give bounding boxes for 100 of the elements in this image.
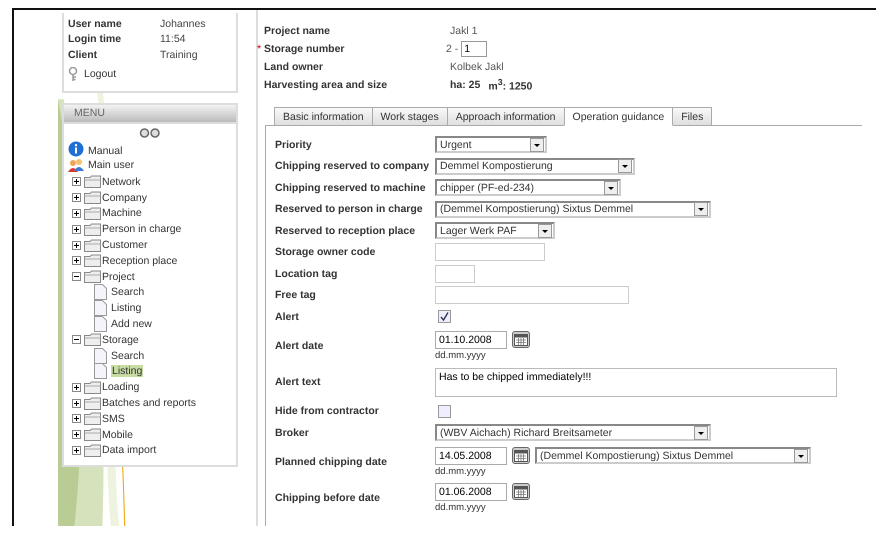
field-value: m$^{3}$: 1250 bbox=[488, 77, 532, 93]
document-icon bbox=[94, 348, 107, 364]
field-label: Alert date bbox=[275, 340, 324, 352]
text-area[interactable]: Has to be chipped immediately!!! bbox=[435, 368, 837, 396]
document-icon bbox=[94, 284, 107, 300]
tree-item[interactable]: Person in charge bbox=[102, 223, 182, 236]
expand-toggle-icon[interactable] bbox=[72, 382, 81, 392]
field-label: Storage owner code bbox=[275, 246, 376, 258]
tree-item[interactable]: Batches and reports bbox=[102, 397, 196, 410]
tab[interactable]: Operation guidance bbox=[564, 107, 674, 126]
tree-item[interactable]: Search bbox=[111, 350, 144, 362]
info-value: 11:54 bbox=[160, 33, 186, 46]
tree-item[interactable]: Project bbox=[102, 270, 135, 283]
date-field[interactable]: 01.06.2008 bbox=[435, 482, 507, 500]
menu-title: MENU bbox=[64, 105, 236, 124]
expand-toggle-icon[interactable] bbox=[72, 430, 81, 440]
collapse-toggle-icon[interactable] bbox=[72, 335, 81, 344]
menu-link[interactable]: Main user bbox=[68, 157, 232, 173]
date-field[interactable]: 01.10.2008 bbox=[435, 330, 507, 348]
folder-icon bbox=[84, 396, 101, 410]
calendar-button[interactable] bbox=[512, 447, 530, 464]
expand-toggle-icon[interactable] bbox=[72, 240, 81, 250]
folder-icon bbox=[84, 380, 101, 394]
dropdown[interactable]: Demmel Kompostierung bbox=[435, 158, 635, 175]
tree-item[interactable]: Customer bbox=[102, 239, 148, 252]
calendar-button[interactable] bbox=[512, 483, 530, 500]
dropdown[interactable]: Lager Werk PAF bbox=[435, 222, 555, 240]
input-field[interactable] bbox=[435, 243, 545, 262]
tree-item[interactable]: Loading bbox=[102, 381, 140, 394]
dropdown[interactable]: (Demmel Kompostierung) Sixtus Demmel bbox=[435, 200, 711, 218]
field-label: Hide from contractor bbox=[275, 405, 380, 418]
document-icon bbox=[94, 316, 107, 332]
tree-item[interactable]: Listing bbox=[111, 365, 144, 378]
expand-toggle-icon[interactable] bbox=[72, 398, 81, 408]
expand-toggle-icon[interactable] bbox=[72, 414, 81, 424]
field-label: Chipping reserved to machine bbox=[275, 182, 427, 194]
info-icon bbox=[68, 141, 84, 157]
tree-item[interactable]: Mobile bbox=[102, 428, 133, 441]
tree-item[interactable]: Network bbox=[102, 176, 141, 188]
tree-item[interactable]: Storage bbox=[102, 334, 139, 346]
collapse-icon[interactable] bbox=[139, 128, 161, 138]
field-label: Free tag bbox=[275, 289, 317, 302]
folder-icon bbox=[84, 444, 101, 457]
field-value: Jakl 1 bbox=[450, 25, 478, 37]
field-label: Storage number bbox=[264, 43, 346, 55]
dropdown[interactable]: (WBV Aichach) Richard Breitsameter bbox=[435, 424, 711, 442]
folder-icon bbox=[84, 191, 101, 204]
expand-toggle-icon[interactable] bbox=[72, 193, 81, 202]
tab[interactable]: Files bbox=[672, 107, 712, 126]
checkbox[interactable] bbox=[438, 310, 451, 324]
info-label: Client bbox=[68, 48, 98, 61]
expand-toggle-icon[interactable] bbox=[72, 208, 81, 218]
field-label: Alert text bbox=[275, 376, 322, 388]
field-label: Reserved to reception place bbox=[275, 224, 416, 237]
input-field[interactable] bbox=[435, 286, 629, 304]
tree-item[interactable]: Add new bbox=[111, 318, 152, 330]
field-label: Project name bbox=[264, 25, 331, 37]
folder-icon bbox=[84, 412, 101, 426]
info-value: Training bbox=[160, 48, 198, 61]
expand-toggle-icon[interactable] bbox=[72, 177, 81, 186]
required-mark: * bbox=[257, 43, 261, 55]
field-label: Chipping before date bbox=[275, 492, 381, 504]
tab[interactable]: Basic information bbox=[274, 107, 373, 126]
expand-toggle-icon[interactable] bbox=[72, 256, 81, 266]
folder-icon bbox=[84, 428, 101, 442]
folder-icon bbox=[84, 206, 101, 220]
input-field[interactable] bbox=[435, 264, 475, 283]
collapse-toggle-icon[interactable] bbox=[72, 272, 81, 282]
field-label: Broker bbox=[275, 426, 310, 439]
calendar-button[interactable] bbox=[512, 331, 530, 348]
dropdown[interactable]: Urgent bbox=[435, 136, 547, 154]
logout-link[interactable]: Logout bbox=[68, 66, 116, 82]
tree-item[interactable]: Search bbox=[111, 286, 144, 298]
field-label: Alert bbox=[275, 310, 300, 323]
dropdown[interactable]: (Demmel Kompostierung) Sixtus Demmel bbox=[535, 447, 811, 464]
tree-item[interactable]: Reception place bbox=[102, 254, 178, 267]
tree-item[interactable]: Listing bbox=[111, 302, 142, 314]
date-format-hint: dd.mm.yyyy bbox=[435, 502, 487, 512]
field-label: Chipping reserved to company bbox=[275, 160, 430, 172]
tab[interactable]: Approach information bbox=[446, 107, 565, 126]
info-label: Login time bbox=[68, 33, 122, 46]
folder-icon bbox=[84, 238, 101, 252]
tree-item[interactable]: Company bbox=[102, 192, 147, 204]
document-icon bbox=[94, 363, 107, 380]
date-format-hint: dd.mm.yyyy bbox=[435, 350, 487, 360]
tree-item[interactable]: Machine bbox=[102, 207, 142, 220]
field-value: Kolbek Jakl bbox=[450, 61, 504, 73]
users-icon bbox=[68, 158, 84, 172]
expand-toggle-icon[interactable] bbox=[72, 446, 81, 455]
field-label: Harvesting area and size bbox=[264, 79, 388, 91]
checkbox[interactable] bbox=[438, 404, 451, 418]
tree-item[interactable]: Data import bbox=[102, 444, 156, 456]
tab[interactable]: Work stages bbox=[372, 107, 448, 126]
date-field[interactable]: 14.05.2008 bbox=[435, 446, 507, 464]
expand-toggle-icon[interactable] bbox=[72, 224, 81, 234]
field-value: ha: 25 bbox=[450, 79, 480, 91]
input-field[interactable]: 1 bbox=[461, 41, 488, 57]
menu-link[interactable]: Manual bbox=[68, 141, 232, 157]
dropdown[interactable]: chipper (PF-ed-234) bbox=[435, 179, 621, 196]
tree-item[interactable]: SMS bbox=[102, 412, 125, 425]
